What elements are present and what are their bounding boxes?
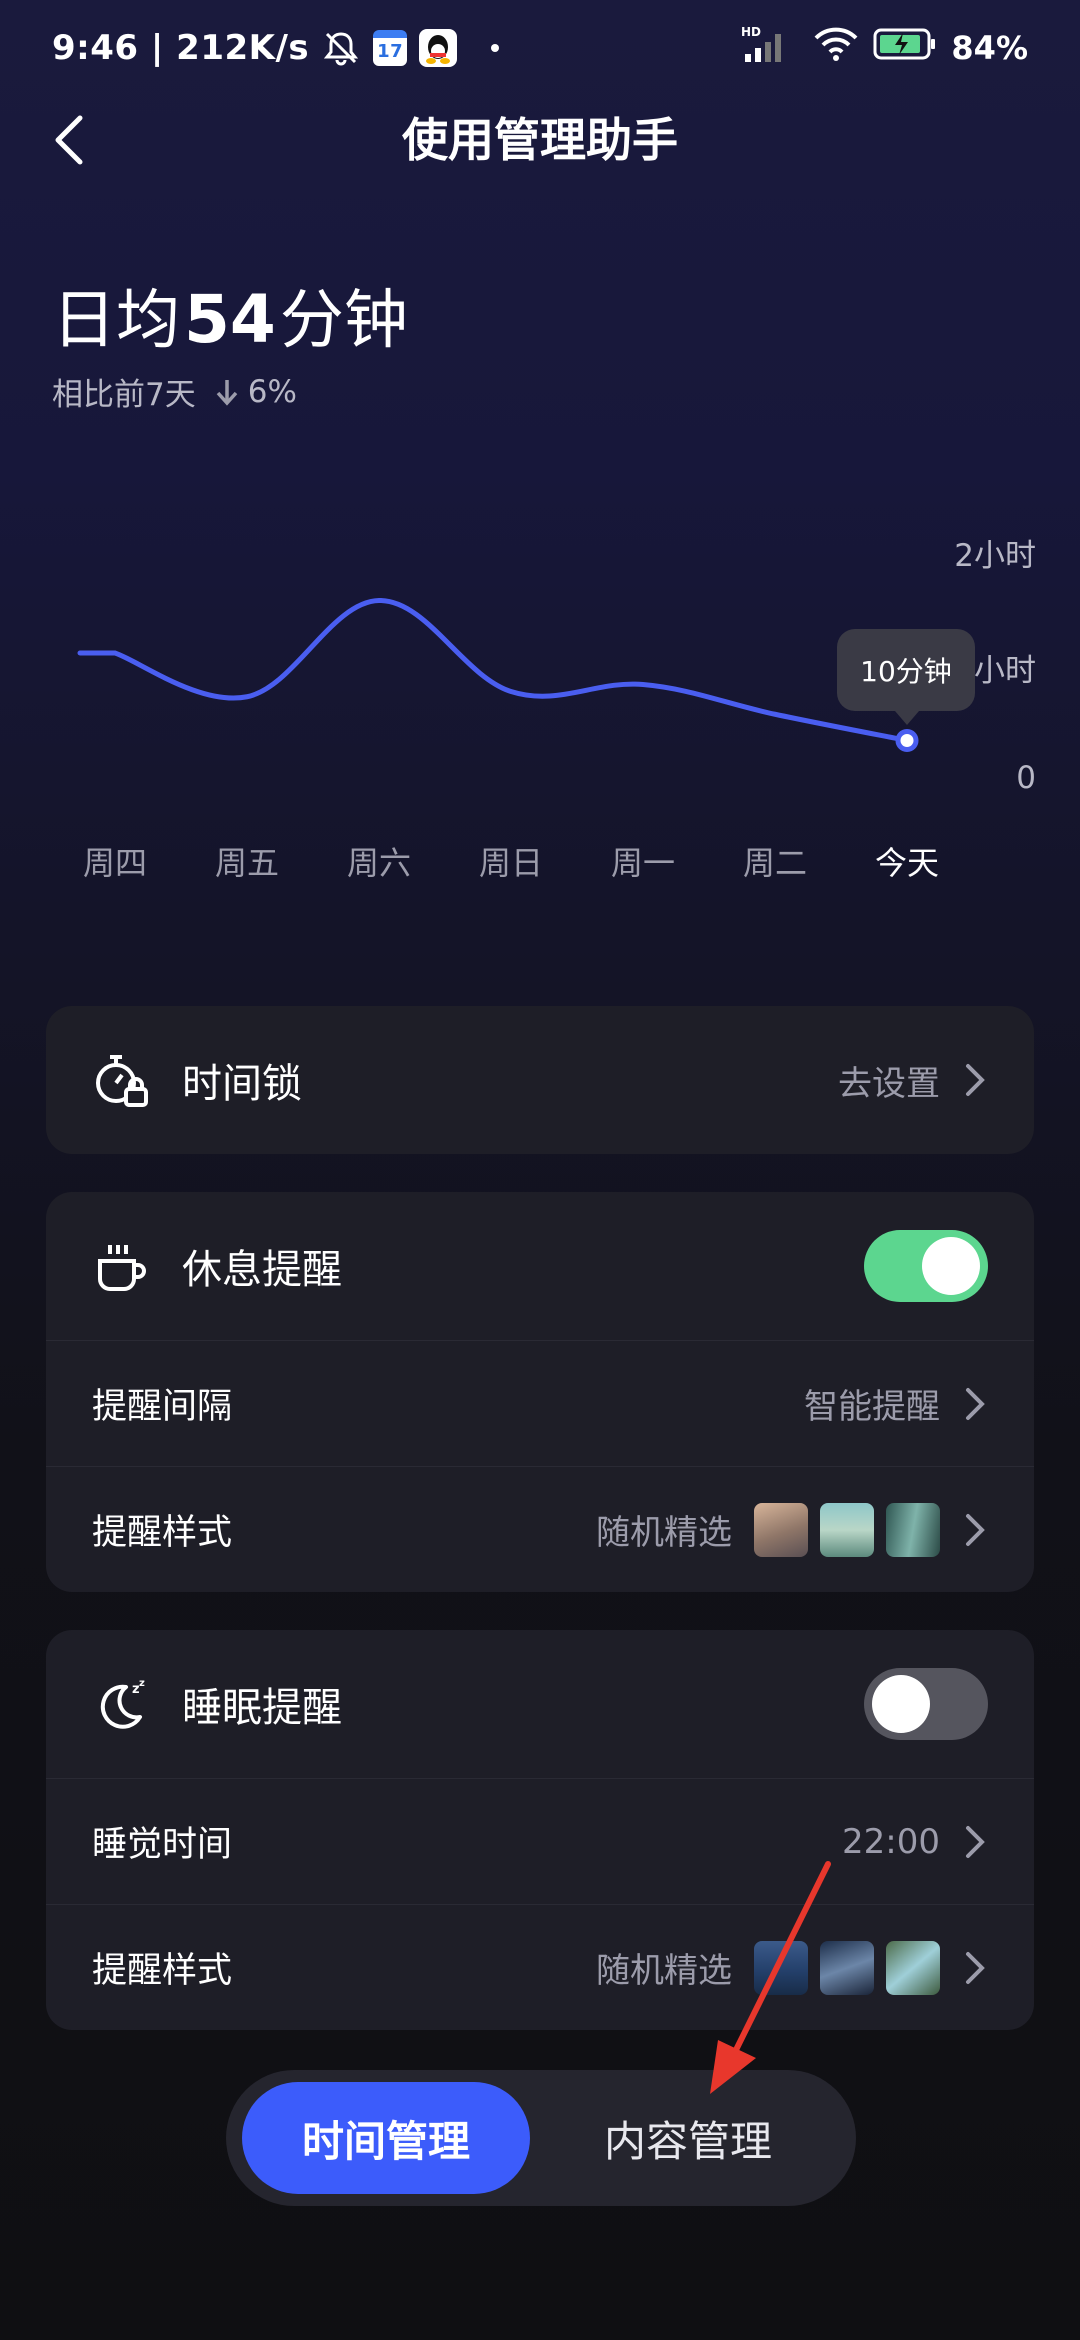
avg-unit: 分钟: [279, 284, 408, 358]
moon-icon: zz: [92, 1675, 150, 1733]
sleep-reminder-toggle[interactable]: [864, 1668, 988, 1740]
sleep-reminder-title: 睡眠提醒: [182, 1685, 342, 1731]
x-tick-label: 周日: [478, 844, 543, 882]
header: 使用管理助手: [0, 96, 1080, 186]
toggle-knob: [872, 1675, 930, 1733]
hd-label: HD: [741, 25, 761, 39]
y-tick-0: 0: [1016, 760, 1036, 796]
sleep-time-row[interactable]: 睡觉时间 22:00: [46, 1778, 1034, 1904]
x-tick-label: 今天: [874, 844, 939, 882]
coffee-cup-icon: [92, 1237, 150, 1295]
thumbnail-lighthouse: [820, 1502, 874, 1557]
usage-line-series: [77, 597, 910, 743]
bottom-tab-switcher: 时间管理 内容管理: [226, 2070, 856, 2206]
chart-point-today: [895, 729, 919, 752]
sleep-reminder-row: zz 睡眠提醒: [46, 1630, 1034, 1778]
style-thumbnails: [754, 1502, 940, 1557]
compare-row: 相比前7天 6%: [52, 369, 408, 414]
rest-reminder-row: 休息提醒: [46, 1192, 1034, 1340]
thumbnail-night-tower: [754, 1940, 808, 1995]
qq-icon: [419, 29, 458, 67]
battery-percent: 84%: [951, 29, 1028, 67]
style-thumbnails: [754, 1940, 940, 1995]
status-left: 9:46 | 212K/s 17: [52, 24, 500, 72]
wifi-icon: [813, 26, 859, 70]
network-speed: 212K/s: [176, 28, 310, 68]
chart-tooltip: 10分钟: [837, 629, 975, 725]
thumbnail-night-mountain: [820, 1940, 874, 1995]
rest-style-value: 随机精选: [596, 1513, 732, 1553]
chevron-right-icon: [966, 1951, 985, 1984]
rest-reminder-toggle[interactable]: [864, 1230, 988, 1302]
rest-style-label: 提醒样式: [92, 1513, 233, 1553]
toggle-knob: [922, 1237, 980, 1295]
calendar-icon: 17: [373, 30, 408, 66]
usage-chart: 2小时 1小时 0 10分钟 周四 周五 周六 周日 周一 周二 今天: [0, 520, 1080, 890]
rest-interval-row[interactable]: 提醒间隔 智能提醒: [46, 1340, 1034, 1466]
tab-content-management[interactable]: 内容管理: [544, 2082, 832, 2194]
x-tick-label: 周四: [82, 844, 147, 882]
time-lock-action: 去设置: [838, 1063, 940, 1104]
notification-dot-icon: [491, 44, 500, 52]
thumbnail-mountain: [754, 1502, 808, 1557]
timer-lock-icon: [92, 1051, 150, 1109]
tab-time-management[interactable]: 时间管理: [242, 2082, 530, 2194]
svg-text:z: z: [139, 1678, 145, 1689]
rest-reminder-card: 休息提醒 提醒间隔 智能提醒 提醒样式 随机精选: [46, 1192, 1034, 1592]
x-axis-labels: 周四 周五 周六 周日 周一 周二 今天: [0, 838, 1080, 888]
usage-summary: 日均 54 分钟 相比前7天 6%: [52, 280, 408, 414]
chevron-right-icon: [966, 1064, 985, 1096]
avg-value: 54: [184, 281, 276, 358]
thumbnail-river: [886, 1940, 940, 1995]
y-tick-2h: 2小时: [954, 538, 1036, 574]
daily-average: 日均 54 分钟: [52, 280, 408, 361]
sleep-style-value: 随机精选: [596, 1951, 732, 1991]
time-lock-row[interactable]: 时间锁 去设置: [46, 1006, 1034, 1154]
compare-change: 6%: [247, 373, 297, 410]
rest-style-row[interactable]: 提醒样式 随机精选: [46, 1466, 1034, 1592]
arrow-down-icon: [216, 379, 238, 406]
chevron-right-icon: [966, 1825, 985, 1858]
chevron-right-icon: [966, 1387, 985, 1420]
bell-muted-icon: [321, 28, 361, 68]
x-tick-label: 周五: [214, 844, 279, 882]
rest-interval-label: 提醒间隔: [92, 1387, 233, 1427]
page-title: 使用管理助手: [402, 113, 678, 167]
sleep-time-label: 睡觉时间: [92, 1825, 233, 1865]
compare-label: 相比前7天: [52, 377, 196, 413]
status-time: 9:46: [52, 28, 139, 68]
rest-interval-value: 智能提醒: [804, 1387, 940, 1427]
chevron-right-icon: [966, 1513, 985, 1546]
x-tick-label: 周六: [346, 844, 411, 882]
sleep-style-label: 提醒样式: [92, 1951, 233, 1991]
rest-reminder-title: 休息提醒: [182, 1247, 342, 1293]
x-tick-label: 周一: [610, 844, 675, 882]
avg-prefix: 日均: [52, 284, 180, 358]
sleep-style-row[interactable]: 提醒样式 随机精选: [46, 1904, 1034, 2030]
battery-icon: [873, 27, 937, 69]
status-bar: 9:46 | 212K/s 17 HD 84%: [0, 0, 1080, 96]
sleep-reminder-card: zz 睡眠提醒 睡觉时间 22:00 提醒样式 随机精选: [46, 1630, 1034, 2030]
signal-icon: HD: [741, 24, 799, 72]
x-tick-label: 周二: [742, 844, 807, 882]
status-right: HD 84%: [727, 24, 1028, 72]
time-lock-title: 时间锁: [182, 1061, 302, 1107]
sleep-time-value: 22:00: [842, 1821, 940, 1862]
thumbnail-waterfall: [886, 1502, 940, 1557]
time-lock-card: 时间锁 去设置: [46, 1006, 1034, 1154]
